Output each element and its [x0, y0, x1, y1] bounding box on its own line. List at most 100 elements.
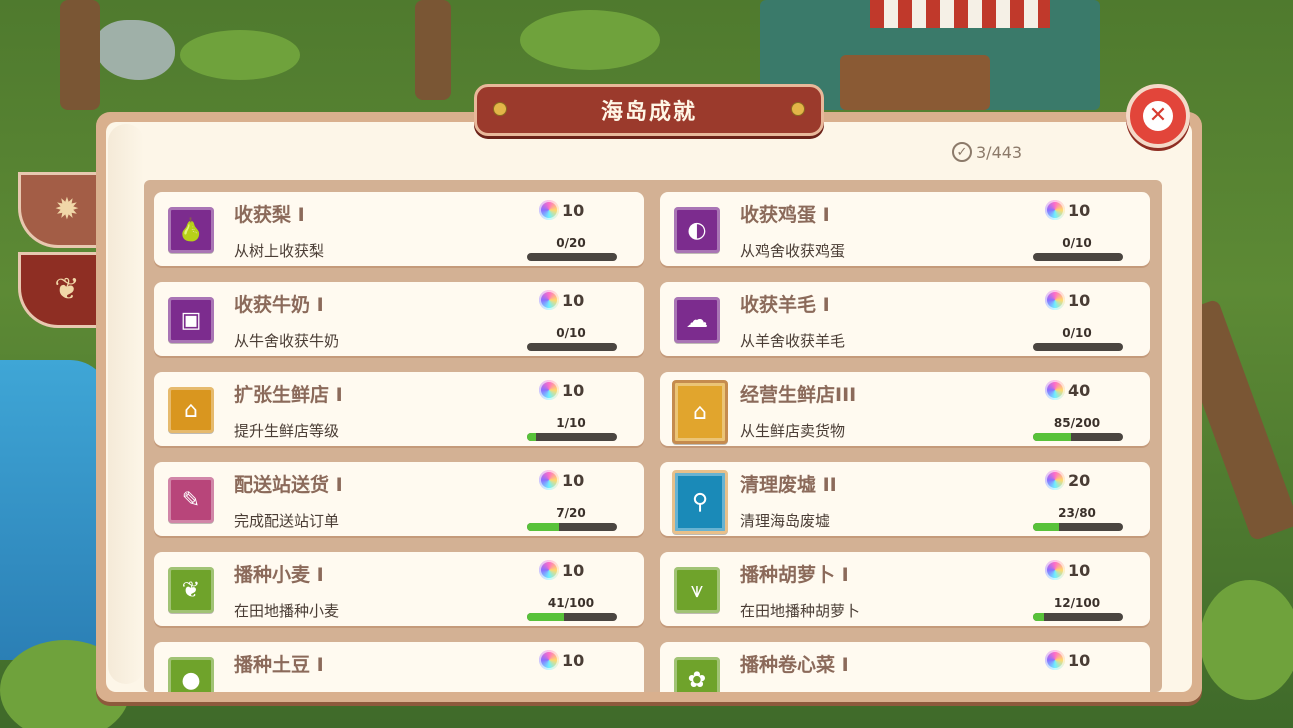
achievement-counter: ✓ 3/443	[952, 140, 1022, 164]
progress-bar	[527, 253, 617, 261]
achievement-title: 播种小麦 I	[234, 564, 324, 586]
progress-fill	[1033, 613, 1044, 621]
achievement-title: 收获鸡蛋 I	[740, 204, 830, 226]
reward: 10	[539, 290, 584, 310]
achievement-list[interactable]: 🍐 收获梨 I 从树上收获梨 10 0/20 ◐ 收获鸡蛋 I 从鸡舍收获鸡蛋 10 0/10 ▣ 收…	[144, 180, 1162, 692]
achievement-card[interactable]: ❦ 播种小麦 I 在田地播种小麦 10 41/100	[154, 552, 644, 626]
achievement-desc: 从鸡舍收获鸡蛋	[740, 242, 846, 260]
progress-label: 23/80	[1058, 506, 1096, 520]
reward-value: 10	[562, 380, 585, 400]
close-button[interactable]: ✕	[1126, 84, 1190, 148]
reward-value: 10	[562, 470, 585, 490]
reward: 10	[539, 200, 584, 220]
achievement-title: 经营生鲜店III	[740, 384, 857, 406]
reward: 10	[1045, 650, 1090, 670]
progress-label: 85/200	[1053, 416, 1101, 430]
grass-patch	[1200, 580, 1293, 700]
wheat-icon: ❦	[168, 567, 214, 613]
achievement-card[interactable]: ✿ 播种卷心菜 I 10	[660, 642, 1150, 692]
achievement-title: 播种卷心菜 I	[740, 654, 849, 676]
achievement-card[interactable]: ◐ 收获鸡蛋 I 从鸡舍收获鸡蛋 10 0/10	[660, 192, 1150, 266]
progress-fill	[527, 433, 536, 441]
wheat-badge-icon: ❦	[54, 271, 80, 307]
banner-stud	[493, 102, 507, 116]
wool-icon: ☁	[674, 297, 720, 343]
progress-label: 0/10	[556, 326, 586, 340]
achievement-desc: 提升生鲜店等级	[234, 422, 340, 440]
rock	[95, 20, 175, 80]
achievement-card[interactable]: ⚲ 清理废墟 II 清理海岛废墟 20 23/80	[660, 462, 1150, 536]
rainbow-gem-icon	[1045, 470, 1065, 490]
progress-label: 1/10	[556, 416, 586, 430]
rainbow-gem-icon	[539, 560, 559, 580]
milk-icon: ▣	[168, 297, 214, 343]
achievement-desc: 从生鲜店卖货物	[740, 422, 846, 440]
achievement-card[interactable]: ● 播种土豆 I 10	[154, 642, 644, 692]
achievement-card[interactable]: ⌂ 经营生鲜店III 从生鲜店卖货物 40 85/200	[660, 372, 1150, 446]
progress-fill	[1033, 433, 1072, 441]
potato-icon: ●	[168, 657, 214, 692]
page-title: 海岛成就	[600, 100, 697, 125]
progress-bar	[1033, 253, 1123, 261]
progress-label: 0/10	[1062, 236, 1092, 250]
achievement-desc: 从牛舍收获牛奶	[234, 332, 340, 350]
tree-trunk	[60, 0, 100, 110]
reward-value: 20	[1068, 470, 1091, 490]
reward: 10	[1045, 560, 1090, 580]
reward-value: 10	[1068, 650, 1091, 670]
progress-bar	[527, 433, 617, 441]
achievement-title: 播种胡萝卜 I	[740, 564, 849, 586]
progress-bar	[527, 613, 617, 621]
panel-title-banner: 海岛成就	[474, 84, 824, 136]
achievement-desc: 从羊舍收获羊毛	[740, 332, 846, 350]
progress-bar	[1033, 613, 1123, 621]
rainbow-gem-icon	[539, 380, 559, 400]
reward-value: 10	[1068, 560, 1091, 580]
reward-value: 10	[562, 650, 585, 670]
reward: 10	[539, 380, 584, 400]
reward-value: 10	[562, 560, 585, 580]
grass-patch	[520, 10, 660, 70]
rainbow-gem-icon	[1045, 380, 1065, 400]
cabbage-icon: ✿	[674, 657, 720, 692]
rainbow-gem-icon	[539, 200, 559, 220]
rainbow-gem-icon	[1045, 560, 1065, 580]
rainbow-gem-icon	[539, 470, 559, 490]
stall-awning	[870, 0, 1050, 28]
progress-fill	[527, 613, 564, 621]
progress-bar	[527, 523, 617, 531]
achievement-desc: 在田地播种小麦	[234, 602, 340, 620]
reward: 10	[539, 470, 584, 490]
reward-value: 10	[1068, 200, 1091, 220]
reward-value: 10	[1068, 290, 1091, 310]
shop-upgrade-icon: ⌂	[168, 387, 214, 433]
shop-coins-icon: ⌂	[672, 380, 728, 444]
achievement-card[interactable]: ⌂ 扩张生鲜店 I 提升生鲜店等级 10 1/10	[154, 372, 644, 446]
achievement-card[interactable]: ✎ 配送站送货 I 完成配送站订单 10 7/20	[154, 462, 644, 536]
achievement-card[interactable]: ☁ 收获羊毛 I 从羊舍收获羊毛 10 0/10	[660, 282, 1150, 356]
achievement-title: 清理废墟 II	[740, 474, 837, 496]
progress-bar	[1033, 343, 1123, 351]
progress-label: 12/100	[1053, 596, 1101, 610]
achievement-card[interactable]: 🍐 收获梨 I 从树上收获梨 10 0/20	[154, 192, 644, 266]
rainbow-gem-icon	[1045, 200, 1065, 220]
achievement-card[interactable]: ⩛ 播种胡萝卜 I 在田地播种胡萝卜 10 12/100	[660, 552, 1150, 626]
close-icon: ✕	[1143, 101, 1173, 131]
achievement-desc: 清理海岛废墟	[740, 512, 831, 530]
progress-fill	[1033, 523, 1059, 531]
achievement-desc: 从树上收获梨	[234, 242, 325, 260]
achievement-card[interactable]: ▣ 收获牛奶 I 从牛舍收获牛奶 10 0/10	[154, 282, 644, 356]
progress-fill	[527, 523, 559, 531]
rainbow-gem-icon	[1045, 650, 1065, 670]
reward: 10	[1045, 200, 1090, 220]
progress-bar	[1033, 523, 1123, 531]
counter-value: 3/443	[976, 142, 1023, 162]
progress-label: 0/10	[1062, 326, 1092, 340]
sun-badge-icon: ✹	[54, 191, 80, 227]
achievement-title: 收获梨 I	[234, 204, 305, 226]
achievement-title: 播种土豆 I	[234, 654, 324, 676]
achievement-title: 收获牛奶 I	[234, 294, 324, 316]
pear-icon: 🍐	[168, 207, 214, 253]
scroll-curl-decoration	[108, 124, 144, 684]
reward-value: 10	[562, 290, 585, 310]
